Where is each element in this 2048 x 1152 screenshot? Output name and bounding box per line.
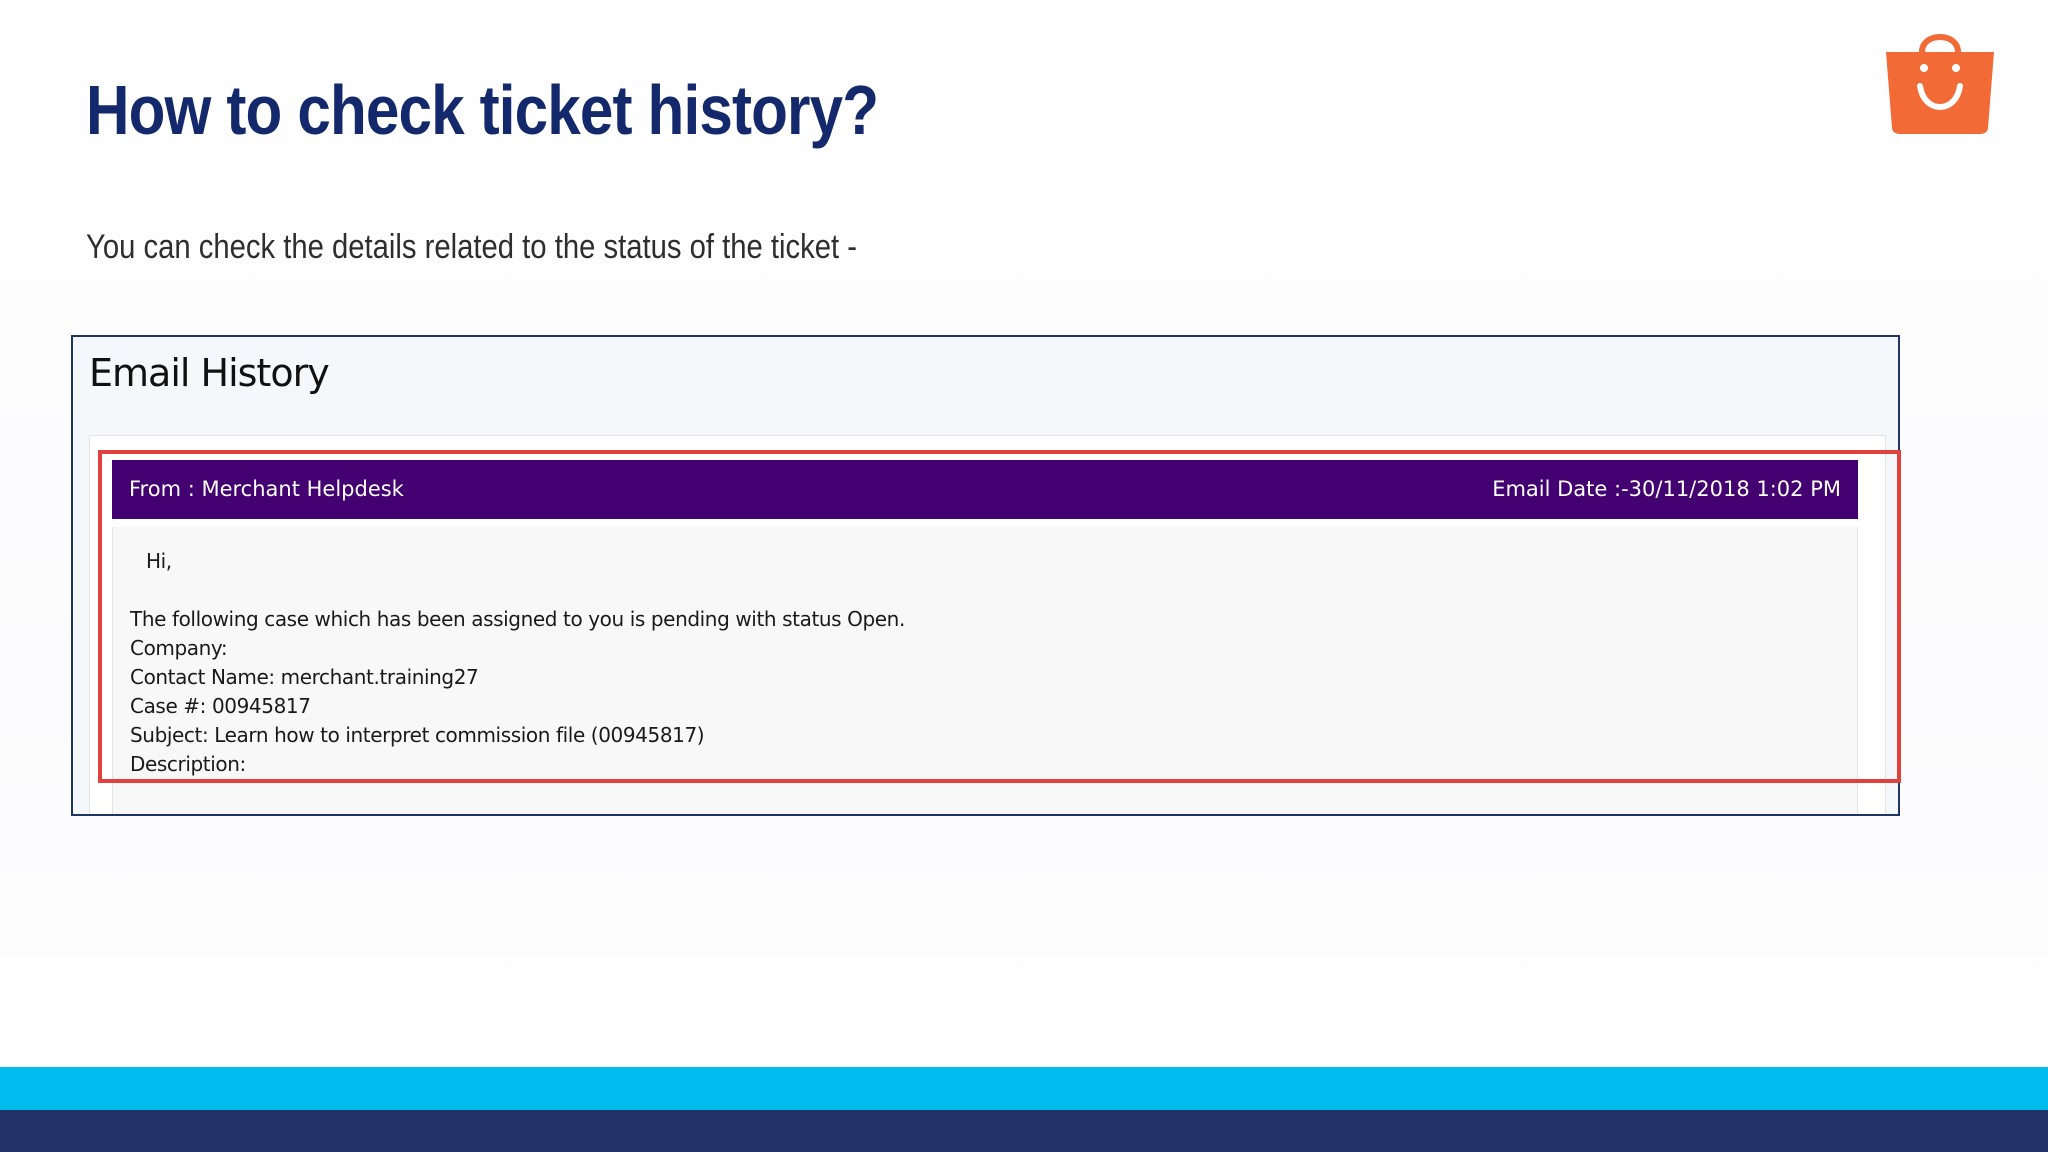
email-body: Hi, The following case which has been as… xyxy=(112,527,1858,814)
email-history-heading: Email History xyxy=(89,351,330,395)
email-header-bar[interactable]: From : Merchant Helpdesk Email Date :-30… xyxy=(112,460,1858,519)
email-subject-line: Subject: Learn how to interpret commissi… xyxy=(130,723,705,747)
slide-title: How to check ticket history? xyxy=(86,71,879,149)
shopping-bag-smile-icon xyxy=(1886,34,1994,134)
email-date: Email Date :-30/11/2018 1:02 PM xyxy=(1492,477,1841,501)
email-greeting: Hi, xyxy=(146,549,172,573)
email-contact-name-line: Contact Name: merchant.training27 xyxy=(130,665,479,689)
email-history-screenshot: Email History From : Merchant Helpdesk E… xyxy=(71,335,1900,816)
email-from: From : Merchant Helpdesk xyxy=(129,477,404,501)
email-company-line: Company: xyxy=(130,636,228,660)
footer-navy-band xyxy=(0,1110,2048,1152)
slide-subtitle: You can check the details related to the… xyxy=(86,228,858,266)
email-case-number-line: Case #: 00945817 xyxy=(130,694,311,718)
email-body-line: The following case which has been assign… xyxy=(130,607,905,631)
email-description-line: Description: xyxy=(130,752,246,776)
footer-cyan-band xyxy=(0,1067,2048,1110)
